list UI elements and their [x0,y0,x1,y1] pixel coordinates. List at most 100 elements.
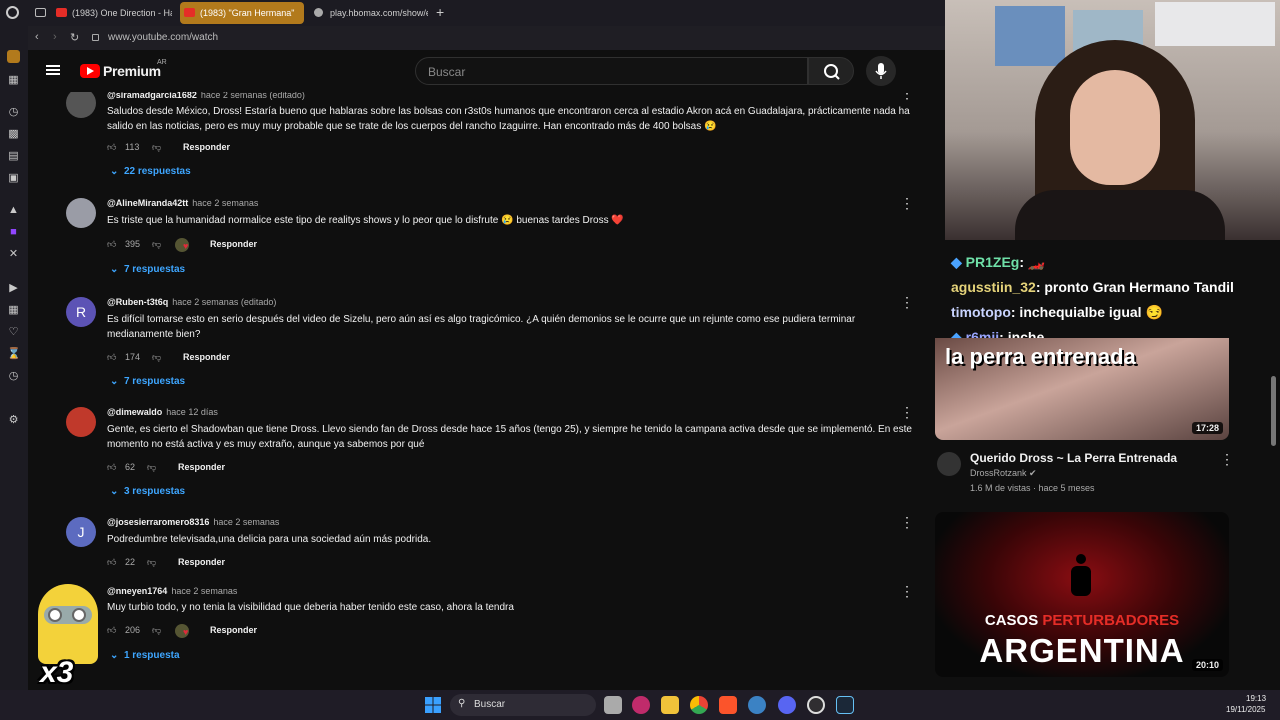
avatar[interactable] [66,407,96,437]
comment-time: hace 12 días [166,407,218,417]
view-replies-button[interactable]: ⌄ 1 respuesta [110,650,180,661]
scrollbar-thumb[interactable] [1271,376,1276,446]
app-icon[interactable] [632,696,650,714]
app-icon[interactable] [748,696,766,714]
comment-author[interactable]: @dimewaldo [107,407,162,417]
like-icon[interactable]: 👍︎ [107,557,116,568]
reload-icon[interactable]: ↻ [70,31,79,44]
more-options-icon[interactable]: ⋮ [900,584,914,598]
task-view-icon[interactable] [604,696,622,714]
hamburger-menu-icon[interactable] [46,65,60,75]
obs-icon[interactable] [807,696,825,714]
x-icon[interactable]: ✕ [7,248,20,261]
extensions-icon[interactable]: ▦ [7,304,20,317]
comment-text: Gente, es cierto el Shadowban que tiene … [107,424,912,450]
like-icon[interactable]: 👍︎ [107,462,116,473]
dislike-icon[interactable]: 👎︎ [152,352,161,363]
dislike-icon[interactable]: 👎︎ [147,462,156,473]
view-replies-button[interactable]: ⌄ 3 respuestas [110,486,185,497]
more-options-icon[interactable]: ⋮ [1220,451,1234,468]
search-button[interactable] [808,57,854,85]
hourglass-icon[interactable]: ⌛ [7,348,21,361]
workspace-icon[interactable] [7,50,20,63]
dislike-icon[interactable]: 👎︎ [152,625,161,636]
dislike-icon[interactable]: 👎︎ [152,142,161,153]
view-replies-button[interactable]: ⌄ 7 respuestas [110,264,185,275]
comment-author[interactable]: @Ruben-t3t6q [107,297,168,307]
tab-one-direction[interactable]: (1983) One Direction - Ha [52,2,172,24]
view-replies-button[interactable]: ⌄ 7 respuestas [110,376,185,387]
view-replies-button[interactable]: ⌄ 22 respuestas [110,166,191,177]
reply-button[interactable]: Responder [178,557,225,567]
reply-button[interactable]: Responder [210,625,257,635]
back-icon[interactable]: ‹ [35,31,39,43]
media-icon[interactable]: ▣ [7,172,20,185]
region-code: AR [157,59,167,66]
related-channel-name[interactable]: DrossRotzank ✔ [970,468,1037,479]
thumbnail-title-line2: ARGENTINA [979,632,1185,669]
related-video-thumbnail[interactable]: la perra entrenada 17:28 [935,338,1229,440]
more-options-icon[interactable]: ⋮ [900,196,914,210]
dislike-icon[interactable]: 👎︎ [147,557,156,568]
like-icon[interactable]: 👍︎ [107,352,116,363]
heart-icon[interactable]: ♡ [7,326,20,339]
search-input[interactable]: Buscar [415,57,808,85]
dislike-icon[interactable]: 👎︎ [152,239,161,250]
brave-icon[interactable] [719,696,737,714]
stream-chat: ◆ PR1ZEg: 🏎️ agusstiin_32: pronto Gran H… [945,228,1255,348]
url-text[interactable]: www.youtube.com/watch [108,32,218,43]
like-icon[interactable]: 👍︎ [107,239,116,250]
taskbar-search[interactable]: ⚲ Buscar [450,694,596,716]
search-icon: ⚲ [458,698,466,709]
windows-start-icon[interactable] [424,696,442,714]
more-options-icon[interactable]: ⋮ [900,405,914,419]
like-icon[interactable]: 👍︎ [107,142,116,153]
tab-manager-icon[interactable] [35,8,46,17]
bag-icon[interactable]: ▩ [7,128,20,141]
discord-icon[interactable] [778,696,796,714]
reply-button[interactable]: Responder [183,142,230,152]
reply-button[interactable]: Responder [210,239,257,249]
steam-icon[interactable] [836,696,854,714]
settings-icon[interactable]: ⚙ [7,414,20,427]
avatar[interactable]: J [66,517,96,547]
browser-logo-icon[interactable] [6,6,19,19]
reply-button[interactable]: Responder [183,352,230,362]
more-options-icon[interactable]: ⋮ [900,295,914,309]
news-icon[interactable]: ▤ [7,150,20,163]
twitch-icon[interactable]: ■ [7,226,20,239]
tab-hbomax[interactable]: play.hbomax.com/show/e [310,2,428,24]
more-options-icon[interactable]: ⋮ [900,515,914,529]
gamepad-icon[interactable]: ▦ [7,74,20,87]
comment-header: @siramadgarcia1682 hace 2 semanas (editad… [107,92,305,100]
related-video-title[interactable]: Querido Dross ~ La Perra Entrenada [970,451,1177,465]
related-video-thumbnail[interactable]: CASOS PERTURBADORES ARGENTINA 20:10 [935,512,1229,677]
youtube-header: Premium AR Buscar [28,50,945,92]
new-tab-button[interactable]: + [436,4,444,20]
avatar[interactable] [66,198,96,228]
clock-date[interactable]: 19/11/2025 [1226,705,1265,714]
avatar[interactable] [66,92,96,118]
comment-author[interactable]: @josesierraromero8316 [107,517,209,527]
comment-author[interactable]: @siramadgarcia1682 [107,92,197,100]
chrome-icon[interactable] [690,696,708,714]
file-explorer-icon[interactable] [661,696,679,714]
taskbar-search-label: Buscar [474,699,506,710]
like-count: 62 [125,462,136,472]
history-icon[interactable]: ◷ [7,106,20,119]
voice-search-button[interactable] [866,56,896,86]
tab-gran-hermana[interactable]: (1983) "Gran Hermana" [180,2,304,24]
clock-time[interactable]: 19:13 [1246,694,1266,703]
channel-avatar[interactable] [937,452,961,476]
comment-author[interactable]: @AlineMiranda42tt [107,198,188,208]
microphone-icon [875,63,887,79]
clock-icon[interactable]: ◷ [7,370,20,383]
app-icon[interactable]: ▲ [7,204,20,217]
forward-icon[interactable]: › [53,31,57,43]
comment-author[interactable]: @nneyen1764 [107,586,167,596]
reply-button[interactable]: Responder [178,462,225,472]
player-icon[interactable]: ▶ [7,282,20,295]
chevron-down-icon: ⌄ [110,264,119,275]
more-options-icon[interactable]: ⋮ [900,92,914,100]
avatar[interactable]: R [66,297,96,327]
